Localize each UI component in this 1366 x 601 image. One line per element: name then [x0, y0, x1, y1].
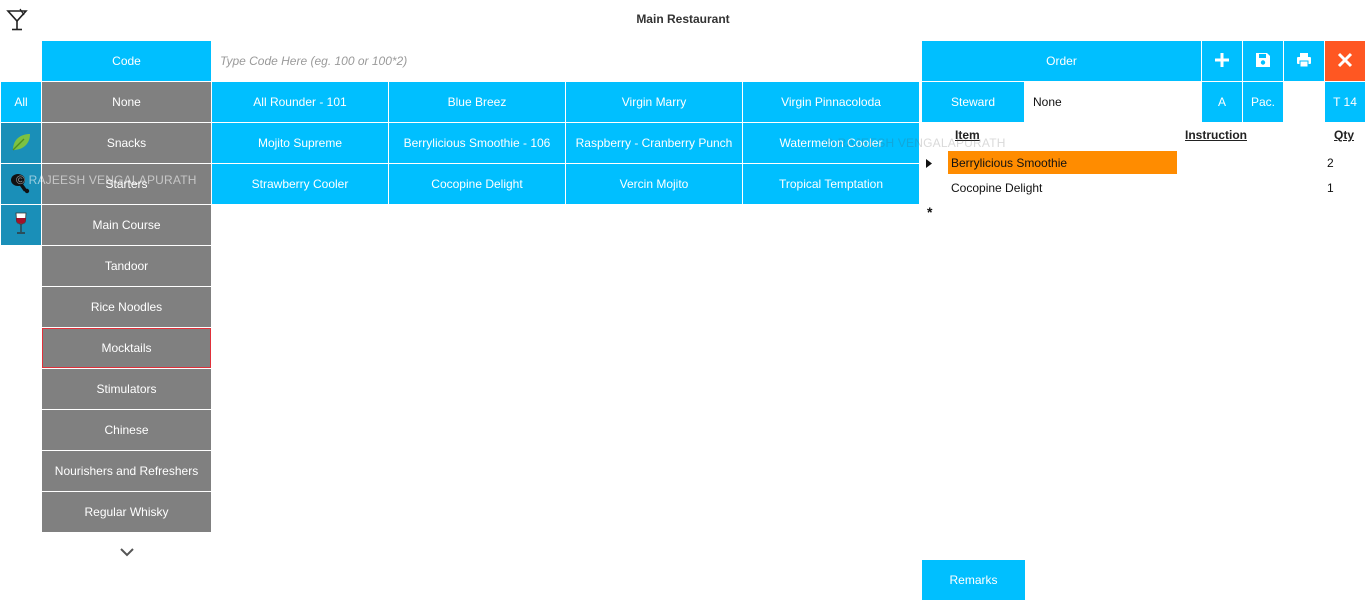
- table-number-button[interactable]: T 14: [1325, 82, 1365, 122]
- order-header: Order: [922, 41, 1201, 81]
- category-nourishers-refreshers[interactable]: Nourishers and Refreshers: [42, 451, 211, 491]
- menu-item[interactable]: Strawberry Cooler: [212, 164, 388, 204]
- category-main-course[interactable]: Main Course: [42, 205, 211, 245]
- order-row-qty[interactable]: 1: [1327, 181, 1334, 195]
- menu-item[interactable]: Vercin Mojito: [566, 164, 742, 204]
- menu-item[interactable]: Cocopine Delight: [389, 164, 565, 204]
- column-header-instruction[interactable]: Instruction: [1185, 128, 1247, 142]
- new-row-marker: *: [927, 204, 933, 220]
- menu-item[interactable]: Watermelon Cooler: [743, 123, 919, 163]
- menu-item[interactable]: Virgin Pinnacoloda: [743, 82, 919, 122]
- page-title: Main Restaurant: [636, 12, 730, 26]
- scroll-down-chevron-icon[interactable]: [116, 543, 138, 561]
- order-row-item[interactable]: Cocopine Delight: [951, 181, 1042, 195]
- menu-item[interactable]: Mojito Supreme: [212, 123, 388, 163]
- category-rice-noodles[interactable]: Rice Noodles: [42, 287, 211, 327]
- category-mocktails[interactable]: Mocktails: [42, 328, 211, 368]
- column-header-qty[interactable]: Qty: [1334, 128, 1354, 142]
- wine-glass-icon: [9, 211, 33, 240]
- printer-icon: [1295, 51, 1313, 72]
- filter-veg-button[interactable]: [1, 123, 41, 163]
- leaf-icon: [9, 130, 33, 157]
- remarks-button[interactable]: Remarks: [922, 560, 1025, 600]
- category-stimulators[interactable]: Stimulators: [42, 369, 211, 409]
- code-input[interactable]: [211, 41, 921, 81]
- category-snacks[interactable]: Snacks: [42, 123, 211, 163]
- menu-item[interactable]: All Rounder - 101: [212, 82, 388, 122]
- pack-button[interactable]: Pac.: [1243, 82, 1283, 122]
- category-tandoor[interactable]: Tandoor: [42, 246, 211, 286]
- drumstick-icon: [9, 171, 33, 198]
- save-button[interactable]: [1243, 41, 1283, 81]
- category-none[interactable]: None: [42, 82, 211, 122]
- menu-item[interactable]: Berrylicious Smoothie - 106: [389, 123, 565, 163]
- code-label: Code: [42, 41, 211, 81]
- filter-all-button[interactable]: All: [1, 82, 41, 122]
- close-button[interactable]: [1325, 41, 1365, 81]
- mode-a-button[interactable]: A: [1202, 82, 1242, 122]
- order-row-item[interactable]: Berrylicious Smoothie: [948, 151, 1177, 174]
- steward-value[interactable]: None: [1025, 82, 1201, 122]
- print-button[interactable]: [1284, 41, 1324, 81]
- filter-nonveg-button[interactable]: [1, 164, 41, 204]
- filter-drinks-button[interactable]: [1, 205, 41, 245]
- close-icon: [1337, 52, 1353, 71]
- category-regular-whisky[interactable]: Regular Whisky: [42, 492, 211, 532]
- current-row-indicator-icon: [926, 157, 933, 171]
- floppy-disk-icon: [1254, 51, 1272, 72]
- menu-item[interactable]: Virgin Marry: [566, 82, 742, 122]
- category-chinese[interactable]: Chinese: [42, 410, 211, 450]
- menu-item[interactable]: Blue Breez: [389, 82, 565, 122]
- column-header-item[interactable]: Item: [955, 128, 980, 142]
- order-row-qty[interactable]: 2: [1327, 156, 1334, 170]
- steward-label: Steward: [922, 82, 1024, 122]
- menu-item[interactable]: Tropical Temptation: [743, 164, 919, 204]
- add-button[interactable]: [1202, 41, 1242, 81]
- menu-item[interactable]: Raspberry - Cranberry Punch: [566, 123, 742, 163]
- category-starters[interactable]: Starters: [42, 164, 211, 204]
- plus-icon: [1213, 51, 1231, 72]
